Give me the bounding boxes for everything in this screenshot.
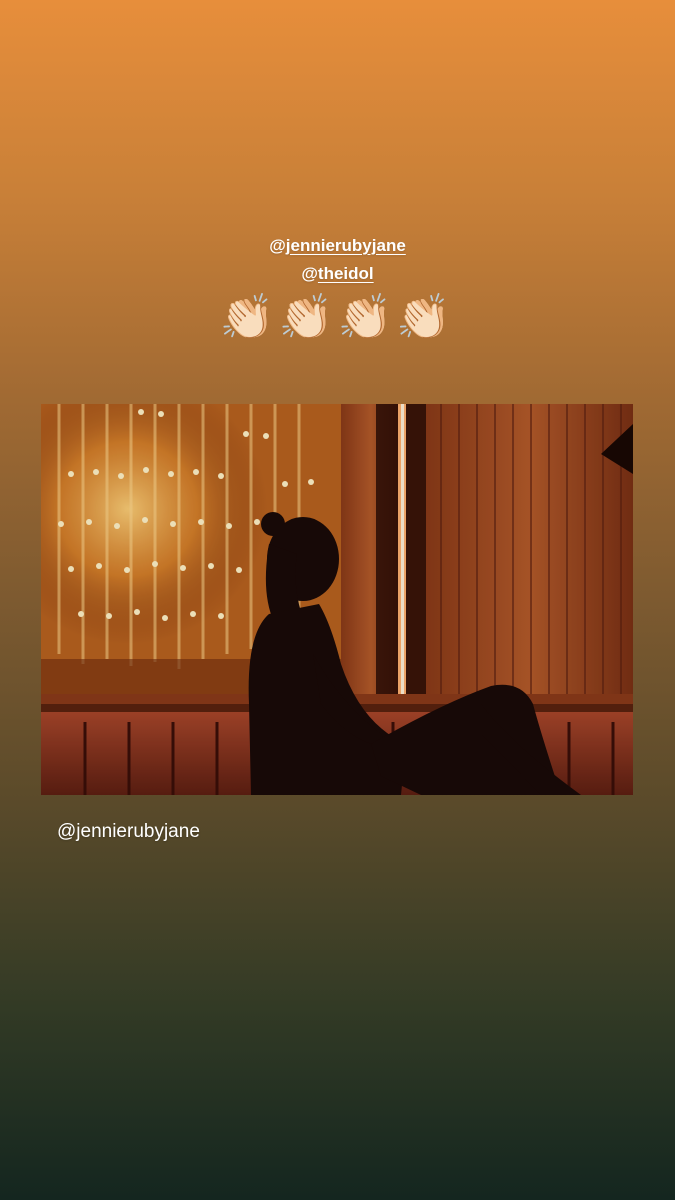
mention-handle: theidol [317, 264, 374, 283]
mention-stickers: @jennierubyjane @theidol [0, 232, 675, 288]
mention-at: @ [301, 264, 318, 283]
photo-illustration [41, 404, 633, 795]
mention-at: @ [269, 236, 286, 255]
story-view: @jennierubyjane @theidol 👏🏻👏🏻👏🏻👏🏻 @jenni… [0, 0, 675, 1200]
mention-jennierubyjane[interactable]: @jennierubyjane [0, 232, 675, 260]
mention-handle: jennierubyjane [285, 236, 406, 255]
clapping-hands-sticker: 👏🏻👏🏻👏🏻👏🏻 [219, 293, 456, 342]
post-caption-mention[interactable]: @jennierubyjane [57, 820, 200, 844]
mention-theidol[interactable]: @theidol [0, 260, 675, 288]
shared-post-photo[interactable] [41, 404, 633, 795]
